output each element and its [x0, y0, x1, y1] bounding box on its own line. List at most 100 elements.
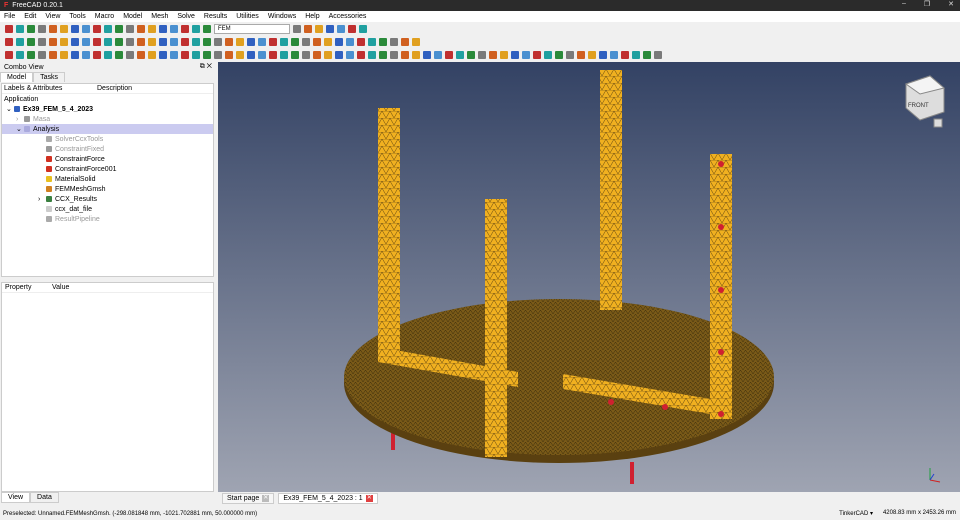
menu-model[interactable]: Model	[123, 13, 142, 20]
toolbar-button-icon[interactable]	[258, 37, 266, 46]
toolbar-button-icon[interactable]	[82, 50, 90, 59]
toolbar-button-icon[interactable]	[247, 50, 255, 59]
toolbar-button-icon[interactable]	[159, 37, 167, 46]
toolbar-button-icon[interactable]	[214, 37, 222, 46]
toolbar-button-icon[interactable]	[137, 24, 145, 33]
toolbar-button-icon[interactable]	[335, 37, 343, 46]
toolbar-button-icon[interactable]	[170, 50, 178, 59]
toolbar-button-icon[interactable]	[181, 24, 189, 33]
toolbar-button-icon[interactable]	[126, 50, 134, 59]
expand-icon[interactable]: ›	[38, 196, 46, 203]
toolbar-button-icon[interactable]	[148, 37, 156, 46]
toolbar-button-icon[interactable]	[181, 50, 189, 59]
toolbar-button-icon[interactable]	[93, 37, 101, 46]
toolbar-button-icon[interactable]	[16, 37, 24, 46]
tree-item[interactable]: ConstraintFixed	[2, 144, 213, 154]
toolbar-button-icon[interactable]	[38, 37, 46, 46]
toolbar-button-icon[interactable]	[203, 50, 211, 59]
toolbar-button-icon[interactable]	[291, 37, 299, 46]
close-tab-icon[interactable]: ✕	[262, 494, 270, 502]
tab-start-page[interactable]: Start page ✕	[222, 492, 275, 504]
toolbar-button-icon[interactable]	[148, 50, 156, 59]
tab-document[interactable]: Ex39_FEM_5_4_2023 : 1 ✕	[278, 492, 378, 504]
toolbar-button-icon[interactable]	[368, 37, 376, 46]
toolbar-button-icon[interactable]	[291, 50, 299, 59]
toolbar-button-icon[interactable]	[60, 37, 68, 46]
toolbar-button-icon[interactable]	[489, 50, 497, 59]
toolbar-button-icon[interactable]	[93, 24, 101, 33]
menu-edit[interactable]: Edit	[24, 13, 36, 20]
toolbar-button-icon[interactable]	[104, 37, 112, 46]
toolbar-button-icon[interactable]	[500, 50, 508, 59]
toolbar-button-icon[interactable]	[390, 37, 398, 46]
toolbar-button-icon[interactable]	[126, 24, 134, 33]
3d-viewport[interactable]: FRONT	[218, 62, 960, 492]
toolbar-button-icon[interactable]	[588, 50, 596, 59]
toolbar-button-icon[interactable]	[577, 50, 585, 59]
toolbar-button-icon[interactable]	[115, 24, 123, 33]
tree-item[interactable]: SolverCcxTools	[2, 134, 213, 144]
toolbar-button-icon[interactable]	[401, 50, 409, 59]
toolbar-button-icon[interactable]	[357, 37, 365, 46]
menu-tools[interactable]: Tools	[69, 13, 85, 20]
toolbar-button-icon[interactable]	[324, 37, 332, 46]
toolbar-button-icon[interactable]	[412, 37, 420, 46]
tree-item[interactable]: ConstraintForce	[2, 154, 213, 164]
toolbar-button-icon[interactable]	[115, 50, 123, 59]
toolbar-button-icon[interactable]	[5, 50, 13, 59]
toolbar-button-icon[interactable]	[71, 24, 79, 33]
tab-model[interactable]: Model	[0, 72, 34, 82]
toolbar-button-icon[interactable]	[368, 50, 376, 59]
toolbar-button-icon[interactable]	[192, 24, 200, 33]
toolbar-button-icon[interactable]	[27, 37, 35, 46]
toolbar-button-icon[interactable]	[337, 24, 345, 33]
toolbar-button-icon[interactable]	[445, 50, 453, 59]
tab-tasks[interactable]: Tasks	[33, 72, 65, 82]
toolbar-button-icon[interactable]	[214, 50, 222, 59]
toolbar-button-icon[interactable]	[225, 37, 233, 46]
toolbar-button-icon[interactable]	[225, 50, 233, 59]
toolbar-button-icon[interactable]	[302, 50, 310, 59]
tree-item[interactable]: MaterialSolid	[2, 174, 213, 184]
tab-view[interactable]: View	[1, 492, 31, 503]
toolbar-button-icon[interactable]	[315, 24, 323, 33]
toolbar-button-icon[interactable]	[27, 50, 35, 59]
toolbar-button-icon[interactable]	[313, 50, 321, 59]
minimize-button[interactable]: –	[902, 0, 906, 8]
toolbar-button-icon[interactable]	[49, 37, 57, 46]
toolbar-button-icon[interactable]	[478, 50, 486, 59]
toolbar-button-icon[interactable]	[533, 50, 541, 59]
toolbar-button-icon[interactable]	[203, 24, 211, 33]
toolbar-button-icon[interactable]	[203, 37, 211, 46]
tree-item[interactable]: › CCX_Results	[2, 194, 213, 204]
toolbar-button-icon[interactable]	[434, 50, 442, 59]
expand-icon[interactable]: ›	[16, 116, 24, 123]
toolbar-button-icon[interactable]	[304, 24, 312, 33]
toolbar-button-icon[interactable]	[258, 50, 266, 59]
toolbar-button-icon[interactable]	[324, 50, 332, 59]
toolbar-button-icon[interactable]	[610, 50, 618, 59]
toolbar-button-icon[interactable]	[60, 50, 68, 59]
toolbar-button-icon[interactable]	[137, 37, 145, 46]
toolbar-button-icon[interactable]	[269, 50, 277, 59]
menu-utilities[interactable]: Utilities	[236, 13, 259, 20]
toolbar-button-icon[interactable]	[5, 24, 13, 33]
toolbar-button-icon[interactable]	[38, 50, 46, 59]
tree-item[interactable]: FEMMeshGmsh	[2, 184, 213, 194]
tree-item[interactable]: ⌄ Analysis	[2, 124, 213, 134]
toolbar-button-icon[interactable]	[126, 37, 134, 46]
navigation-style-button[interactable]: TinkerCAD ▾	[839, 510, 873, 517]
toolbar-button-icon[interactable]	[326, 24, 334, 33]
expand-icon[interactable]: ⌄	[16, 125, 24, 133]
toolbar-button-icon[interactable]	[247, 37, 255, 46]
toolbar-button-icon[interactable]	[71, 50, 79, 59]
navigation-cube[interactable]: FRONT	[904, 75, 946, 128]
toolbar-button-icon[interactable]	[93, 50, 101, 59]
toolbar-button-icon[interactable]	[412, 50, 420, 59]
toolbar-button-icon[interactable]	[401, 37, 409, 46]
toolbar-button-icon[interactable]	[555, 50, 563, 59]
toolbar-button-icon[interactable]	[115, 37, 123, 46]
toolbar-button-icon[interactable]	[467, 50, 475, 59]
close-button[interactable]: ✕	[948, 0, 954, 8]
toolbar-button-icon[interactable]	[236, 50, 244, 59]
